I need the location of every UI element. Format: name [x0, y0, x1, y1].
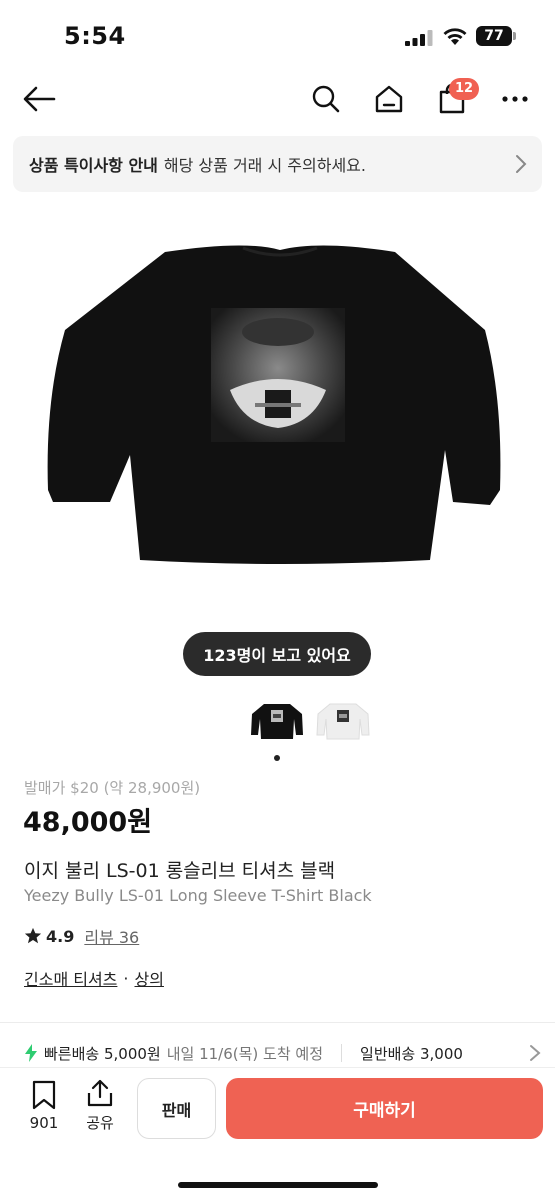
- category-separator: ·: [123, 968, 129, 988]
- search-icon[interactable]: [307, 80, 345, 118]
- normal-shipping-label: 일반배송 3,000: [360, 1044, 463, 1063]
- product-name-english: Yeezy Bully LS-01 Long Sleeve T-Shirt Bl…: [24, 886, 372, 905]
- share-icon: [87, 1079, 113, 1107]
- viewers-count-pill: 123명이 보고 있어요: [183, 632, 371, 676]
- product-image[interactable]: [45, 240, 510, 570]
- sell-button[interactable]: 판매: [137, 1078, 216, 1139]
- status-bar: 5:54 77: [0, 0, 555, 74]
- divider: [0, 1022, 555, 1023]
- rating-row: 4.9 리뷰 36: [24, 924, 139, 948]
- cell-signal-icon: [405, 30, 433, 46]
- status-time: 5:54: [64, 22, 126, 50]
- product-name-korean: 이지 불리 LS-01 롱슬리브 티셔츠 블랙: [24, 860, 336, 882]
- home-icon[interactable]: [370, 80, 408, 118]
- battery-icon: 77: [476, 26, 516, 46]
- category-link-top[interactable]: 상의: [135, 966, 164, 990]
- bookmark-icon: [32, 1080, 56, 1110]
- fast-shipping-label: 빠른배송 5,000원: [44, 1044, 161, 1063]
- back-arrow-icon[interactable]: [20, 80, 58, 118]
- thumbnail-white[interactable]: [314, 697, 372, 745]
- bottom-action-bar: 901 공유 판매 구매하기: [0, 1068, 555, 1200]
- carousel-indicator-dot: [274, 755, 280, 761]
- home-indicator: [178, 1182, 378, 1188]
- notice-title: 상품 특이사항 안내: [29, 156, 158, 175]
- product-notice-banner[interactable]: 상품 특이사항 안내 해당 상품 거래 시 주의하세요.: [13, 136, 542, 192]
- wishlist-count: 901: [29, 1114, 59, 1132]
- category-link-long-sleeve[interactable]: 긴소매 티셔츠: [24, 966, 117, 990]
- share-button[interactable]: 공유: [80, 1078, 120, 1133]
- buy-button[interactable]: 구매하기: [226, 1078, 543, 1139]
- cart-count-badge: 12: [449, 78, 480, 100]
- lightning-icon: [25, 1044, 37, 1062]
- thumbnail-black[interactable]: [248, 697, 306, 745]
- wishlist-button[interactable]: 901: [22, 1080, 66, 1132]
- notice-text: 해당 상품 거래 시 주의하세요.: [163, 156, 366, 175]
- star-icon: [24, 927, 42, 944]
- shipping-options[interactable]: 빠른배송 5,000원 내일 11/6(목) 도착 예정 일반배송 3,000: [24, 1040, 555, 1066]
- chevron-right-icon: [516, 155, 527, 173]
- chevron-right-icon[interactable]: [529, 1044, 541, 1062]
- nav-bar: 12: [0, 74, 555, 124]
- fast-shipping-date: 내일 11/6(목) 도착 예정: [166, 1044, 324, 1063]
- release-price: 발매가 $20 (약 28,900원): [24, 779, 201, 797]
- share-label: 공유: [86, 1114, 114, 1132]
- more-icon[interactable]: [496, 80, 534, 118]
- rating-value: 4.9: [46, 926, 75, 946]
- product-price: 48,000원: [23, 807, 153, 838]
- category-row: 긴소매 티셔츠 · 상의: [24, 966, 164, 990]
- wifi-icon: [443, 28, 467, 45]
- review-link[interactable]: 리뷰 36: [84, 924, 139, 948]
- battery-level: 77: [476, 26, 512, 46]
